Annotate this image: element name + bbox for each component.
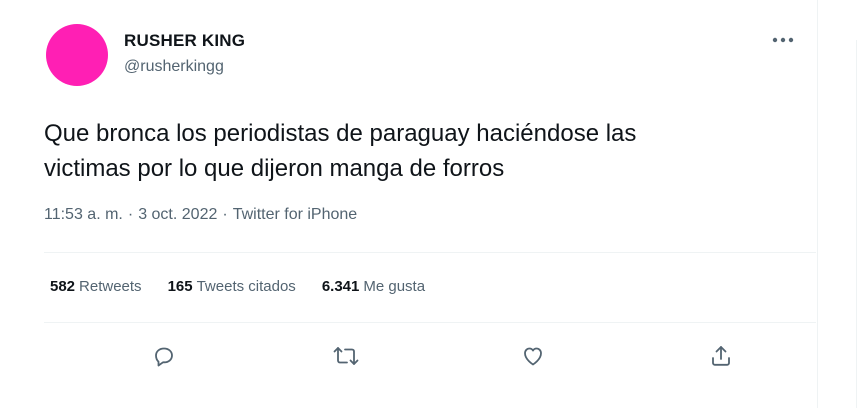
author-handle[interactable]: @rusherkingg xyxy=(124,58,224,76)
divider xyxy=(44,252,816,253)
divider xyxy=(44,322,816,323)
like-button[interactable] xyxy=(517,340,549,372)
page: RUSHER KING @rusherkingg Que bronca los … xyxy=(0,0,862,408)
meta-separator: · xyxy=(222,206,228,223)
right-panel-edge xyxy=(856,40,862,408)
retweet-button[interactable] xyxy=(330,340,362,372)
quotes-count: 165 xyxy=(167,278,193,295)
tweet-client[interactable]: Twitter for iPhone xyxy=(233,206,358,224)
share-icon xyxy=(712,346,730,366)
tweet-actions xyxy=(44,336,816,376)
quotes-label: Tweets citados xyxy=(196,278,296,295)
tweet-meta: 11:53 a. m. · 3 oct. 2022 · Twitter for … xyxy=(44,206,357,224)
author-name[interactable]: RUSHER KING xyxy=(124,31,245,51)
likes-count: 6.341 xyxy=(321,278,360,295)
reply-button[interactable] xyxy=(148,340,180,372)
tweet-stats: 582 Retweets 165 Tweets citados 6.341 Me gu… xyxy=(50,278,451,295)
likes-stat[interactable]: 6.341 Me gusta xyxy=(322,278,425,295)
like-icon xyxy=(524,347,542,366)
likes-label: Me gusta xyxy=(363,278,426,295)
share-button[interactable] xyxy=(705,340,737,372)
reply-icon xyxy=(155,347,173,367)
quotes-stat[interactable]: 165 Tweets citados xyxy=(168,278,296,295)
more-options-button[interactable] xyxy=(768,30,798,50)
tweet-date[interactable]: 3 oct. 2022 xyxy=(138,206,217,224)
tweet-time[interactable]: 11:53 a. m. xyxy=(44,206,123,224)
retweets-stat[interactable]: 582 Retweets xyxy=(50,278,142,295)
meta-separator: · xyxy=(127,206,134,223)
avatar[interactable] xyxy=(46,24,108,86)
retweets-label: Retweets xyxy=(79,278,142,295)
tweet-card: RUSHER KING @rusherkingg Que bronca los … xyxy=(20,0,818,408)
tweet-text: Que bronca los periodistas de paraguay h… xyxy=(44,120,637,182)
retweets-count: 582 xyxy=(50,278,76,295)
more-horizontal-icon xyxy=(772,37,794,43)
retweet-icon xyxy=(333,347,359,365)
